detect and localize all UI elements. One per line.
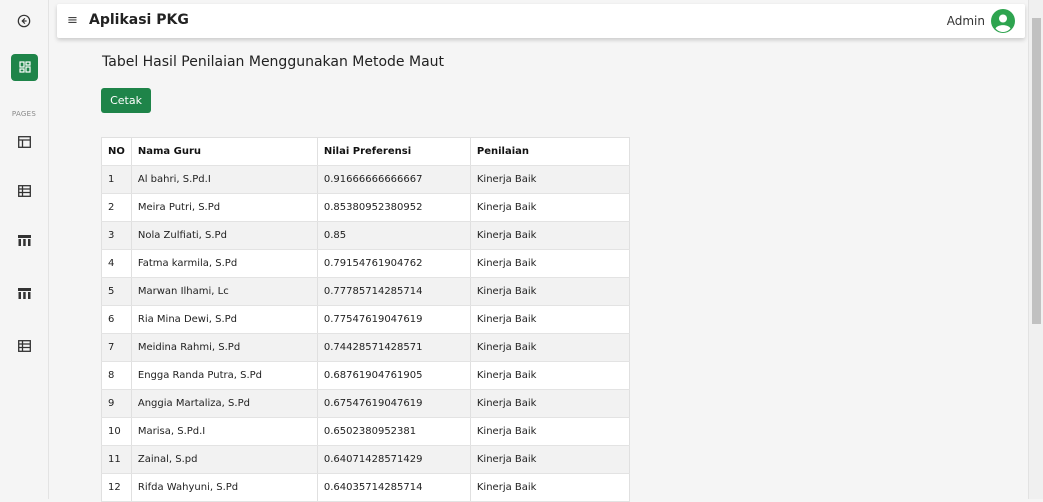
cell-nama-guru: Marwan Ilhami, Lc — [131, 277, 318, 306]
cell-penilaian: Kinerja Baik — [470, 221, 631, 250]
cell-no: 3 — [101, 221, 132, 250]
table-row: 2 Meira Putri, S.Pd 0.85380952380952 Kinerj… — [101, 193, 631, 222]
cell-nama-guru: Zainal, S.pd — [131, 445, 318, 474]
print-button[interactable]: Cetak — [101, 88, 151, 113]
hamburger-menu-icon[interactable]: ≡ — [67, 13, 78, 28]
cell-penilaian: Kinerja Baik — [470, 473, 631, 502]
cell-nilai-preferensi: 0.6502380952381 — [317, 417, 471, 446]
table-row: 4 Fatma karmila, S.Pd 0.79154761904762 Kine… — [101, 249, 631, 278]
cell-nama-guru: Ria Mina Dewi, S.Pd — [131, 305, 318, 334]
cell-nilai-preferensi: 0.77547619047619 — [317, 305, 471, 334]
table-columns-icon — [17, 284, 31, 303]
table-header-row: NO Nama Guru Nilai Preferensi Penilaian — [101, 137, 631, 166]
cell-penilaian: Kinerja Baik — [470, 333, 631, 362]
table-icon — [17, 337, 31, 356]
column-header-nilai-preferensi: Nilai Preferensi — [317, 137, 471, 166]
cell-penilaian: Kinerja Baik — [470, 389, 631, 418]
table-row: 3 Nola Zulfiati, S.Pd 0.85 Kinerja Baik — [101, 221, 631, 250]
scrollbar[interactable] — [1028, 0, 1043, 499]
cell-penilaian: Kinerja Baik — [470, 417, 631, 446]
table-row: 11 Zainal, S.pd 0.64071428571429 Kinerja Ba… — [101, 445, 631, 474]
back-circle-icon[interactable] — [12, 9, 36, 33]
table-columns-icon — [17, 231, 31, 250]
scrollbar-thumb[interactable] — [1032, 18, 1041, 324]
app-title: Aplikasi PKG — [89, 12, 189, 28]
cell-penilaian: Kinerja Baik — [470, 445, 631, 474]
cell-no: 6 — [101, 305, 132, 334]
cell-nilai-preferensi: 0.77785714285714 — [317, 277, 471, 306]
cell-no: 1 — [101, 165, 132, 194]
cell-nama-guru: Meidina Rahmi, S.Pd — [131, 333, 318, 362]
cell-no: 11 — [101, 445, 132, 474]
cell-nama-guru: Meira Putri, S.Pd — [131, 193, 318, 222]
cell-nama-guru: Fatma karmila, S.Pd — [131, 249, 318, 278]
cell-no: 10 — [101, 417, 132, 446]
cell-nama-guru: Al bahri, S.Pd.I — [131, 165, 318, 194]
sidebar-item-dashboard[interactable] — [11, 54, 38, 81]
cell-nama-guru: Marisa, S.Pd.I — [131, 417, 318, 446]
cell-nilai-preferensi: 0.64071428571429 — [317, 445, 471, 474]
table-icon — [17, 182, 31, 201]
cell-no: 2 — [101, 193, 132, 222]
cell-nilai-preferensi: 0.91666666666667 — [317, 165, 471, 194]
user-avatar-icon[interactable] — [991, 9, 1015, 33]
cell-nilai-preferensi: 0.64035714285714 — [317, 473, 471, 502]
cell-penilaian: Kinerja Baik — [470, 361, 631, 390]
sidebar-item-table-4[interactable] — [12, 281, 36, 305]
cell-nama-guru: Anggia Martaliza, S.Pd — [131, 389, 318, 418]
user-name[interactable]: Admin — [947, 14, 985, 28]
cell-nama-guru: Engga Randa Putra, S.Pd — [131, 361, 318, 390]
cell-nilai-preferensi: 0.74428571428571 — [317, 333, 471, 362]
cell-no: 8 — [101, 361, 132, 390]
cell-nama-guru: Rifda Wahyuni, S.Pd — [131, 473, 318, 502]
cell-no: 4 — [101, 249, 132, 278]
sidebar-item-table-3[interactable] — [12, 228, 36, 252]
top-navbar: ≡ Aplikasi PKG Admin — [57, 4, 1025, 38]
cell-nilai-preferensi: 0.68761904761905 — [317, 361, 471, 390]
table-row: 7 Meidina Rahmi, S.Pd 0.74428571428571 Kine… — [101, 333, 631, 362]
dashboard-icon — [18, 58, 31, 77]
table-row: 12 Rifda Wahyuni, S.Pd 0.64035714285714 Kin… — [101, 473, 631, 502]
cell-nilai-preferensi: 0.85380952380952 — [317, 193, 471, 222]
sidebar-item-table-5[interactable] — [12, 334, 36, 358]
table-row: 5 Marwan Ilhami, Lc 0.77785714285714 Kinerj… — [101, 277, 631, 306]
column-header-no: NO — [101, 137, 132, 166]
page-title: Tabel Hasil Penilaian Menggunakan Metode… — [102, 54, 445, 70]
cell-nilai-preferensi: 0.85 — [317, 221, 471, 250]
sidebar-section-label: PAGES — [11, 110, 37, 118]
column-header-nama-guru: Nama Guru — [131, 137, 318, 166]
cell-no: 7 — [101, 333, 132, 362]
cell-nilai-preferensi: 0.67547619047619 — [317, 389, 471, 418]
cell-nilai-preferensi: 0.79154761904762 — [317, 249, 471, 278]
sidebar-item-table-2[interactable] — [12, 179, 36, 203]
table-row: 9 Anggia Martaliza, S.Pd 0.67547619047619 K… — [101, 389, 631, 418]
sidebar-item-table-1[interactable] — [12, 130, 36, 154]
results-table: NO Nama Guru Nilai Preferensi Penilaian … — [101, 137, 631, 502]
table-row: 1 Al bahri, S.Pd.I 0.91666666666667 Kinerja… — [101, 165, 631, 194]
cell-no: 5 — [101, 277, 132, 306]
cell-penilaian: Kinerja Baik — [470, 277, 631, 306]
column-header-penilaian: Penilaian — [470, 137, 631, 166]
cell-penilaian: Kinerja Baik — [470, 305, 631, 334]
table-row: 6 Ria Mina Dewi, S.Pd 0.77547619047619 Kine… — [101, 305, 631, 334]
table-row: 8 Engga Randa Putra, S.Pd 0.68761904761905… — [101, 361, 631, 390]
cell-penilaian: Kinerja Baik — [470, 165, 631, 194]
cell-no: 12 — [101, 473, 132, 502]
cell-penilaian: Kinerja Baik — [470, 193, 631, 222]
cell-nama-guru: Nola Zulfiati, S.Pd — [131, 221, 318, 250]
table-icon — [17, 133, 31, 152]
table-row: 10 Marisa, S.Pd.I 0.6502380952381 Kinerja B… — [101, 417, 631, 446]
cell-no: 9 — [101, 389, 132, 418]
sidebar: PAGES — [0, 0, 49, 499]
cell-penilaian: Kinerja Baik — [470, 249, 631, 278]
